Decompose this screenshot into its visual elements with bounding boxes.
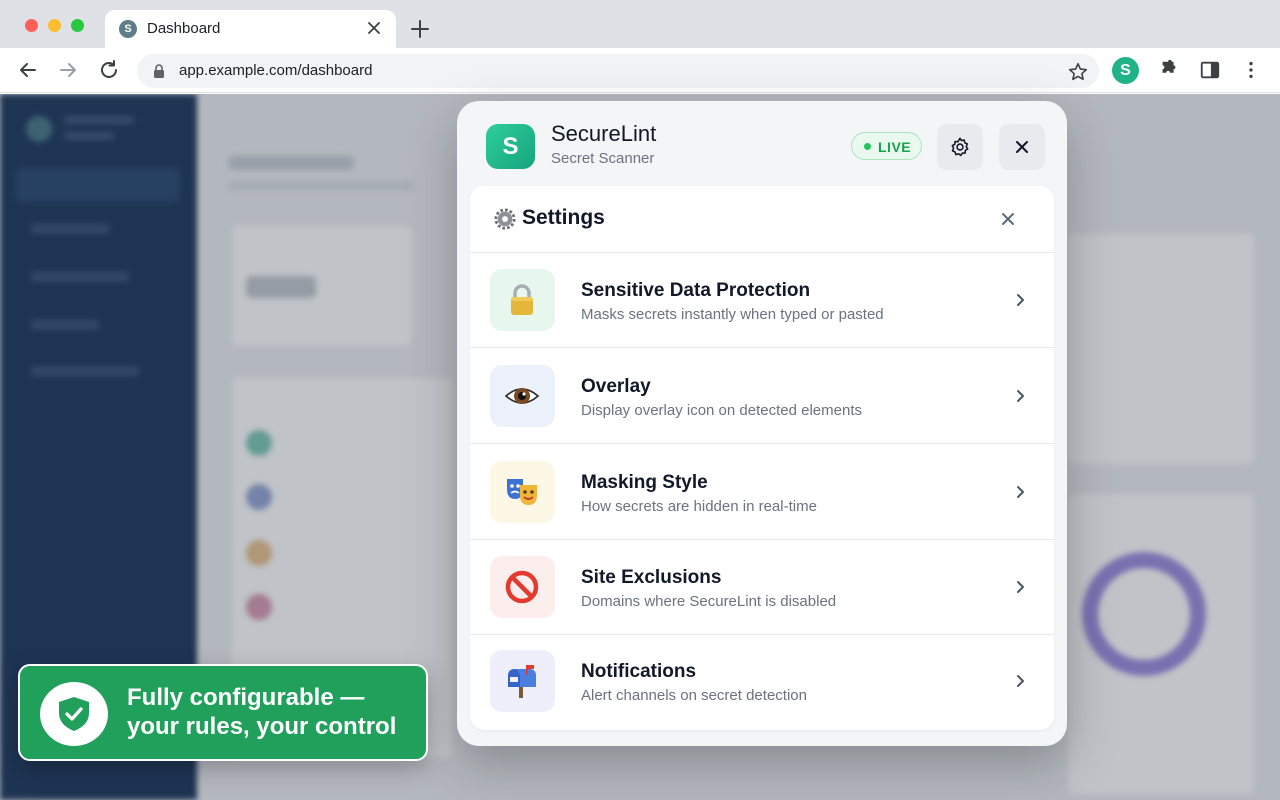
settings-button[interactable] [937,124,983,170]
settings-item-description: How secrets are hidden in real-time [581,498,817,515]
live-status-text: LIVE [878,139,912,155]
chevron-right-icon [1017,486,1024,498]
chevron-right-icon [1017,390,1024,402]
settings-item-sensitive-data-protection[interactable]: Sensitive Data Protection Masks secrets … [470,253,1054,348]
tab-title: Dashboard [147,20,221,37]
browser-tab-bar: S Dashboard [0,0,1280,48]
tab-close-icon[interactable] [364,18,384,38]
settings-item-description: Domains where SecureLint is disabled [581,593,837,610]
lock-icon [490,269,555,331]
bookmark-star-icon[interactable] [1067,61,1089,83]
callout-text: Fully configurable — your rules, your co… [127,684,397,740]
lock-icon [154,64,164,78]
gear-icon [951,137,969,157]
mailbox-icon [490,650,555,712]
settings-gear-icon [494,208,516,230]
settings-item-title: Notifications [581,661,697,682]
url-text[interactable]: app.example.com/dashboard [179,62,372,79]
settings-item-title: Sensitive Data Protection [581,280,811,301]
reload-icon[interactable] [97,58,121,82]
browser-tab[interactable]: S Dashboard [105,10,396,48]
settings-title: Settings [522,206,605,229]
prohibited-icon [490,556,555,618]
feature-callout: Fully configurable — your rules, your co… [18,664,428,761]
securelint-logo: S [486,124,535,169]
eye-icon [490,365,555,427]
settings-close-icon[interactable] [997,208,1019,230]
address-bar[interactable]: app.example.com/dashboard [137,54,1099,88]
browser-toolbar: app.example.com/dashboard S [0,48,1280,93]
back-arrow-icon[interactable] [16,58,40,82]
settings-item-description: Masks secrets instantly when typed or pa… [581,306,884,323]
chevron-right-icon [1017,675,1024,687]
extensions-puzzle-icon[interactable] [1158,59,1180,81]
settings-item-description: Alert channels on secret detection [581,687,807,704]
settings-item-title: Overlay [581,376,651,397]
shield-check-icon [40,682,108,746]
app-subtitle: Secret Scanner [551,150,655,167]
chevron-right-icon [1017,581,1024,593]
side-panel-icon[interactable] [1199,59,1221,81]
settings-item-overlay[interactable]: Overlay Display overlay icon on detected… [470,349,1054,444]
settings-item-title: Site Exclusions [581,567,722,588]
forward-arrow-icon[interactable] [56,58,80,82]
tab-favicon-icon: S [119,20,137,38]
live-dot-icon [864,143,871,150]
settings-item-site-exclusions[interactable]: Site Exclusions Domains where SecureLint… [470,540,1054,635]
settings-item-title: Masking Style [581,472,708,493]
app-name: SecureLint [551,121,657,146]
settings-item-masking-style[interactable]: Masking Style How secrets are hidden in … [470,445,1054,540]
settings-header: Settings [470,186,1054,253]
window-minimize-button[interactable] [48,19,61,32]
window-maximize-button[interactable] [71,19,84,32]
new-tab-icon[interactable] [408,17,432,41]
settings-panel: Settings Sensitive Data Protection Masks… [470,186,1054,730]
theater-masks-icon [490,461,555,523]
close-popup-button[interactable] [999,124,1045,170]
settings-item-description: Display overlay icon on detected element… [581,402,862,419]
securelint-extension-icon[interactable]: S [1112,57,1139,84]
settings-item-notifications[interactable]: Notifications Alert channels on secret d… [470,634,1054,729]
window-close-button[interactable] [25,19,38,32]
live-status-badge: LIVE [851,132,922,160]
browser-menu-icon[interactable] [1240,59,1262,81]
securelint-popup: S SecureLint Secret Scanner LIVE Setting… [457,101,1067,746]
close-icon [1016,141,1028,153]
chevron-right-icon [1017,294,1024,306]
